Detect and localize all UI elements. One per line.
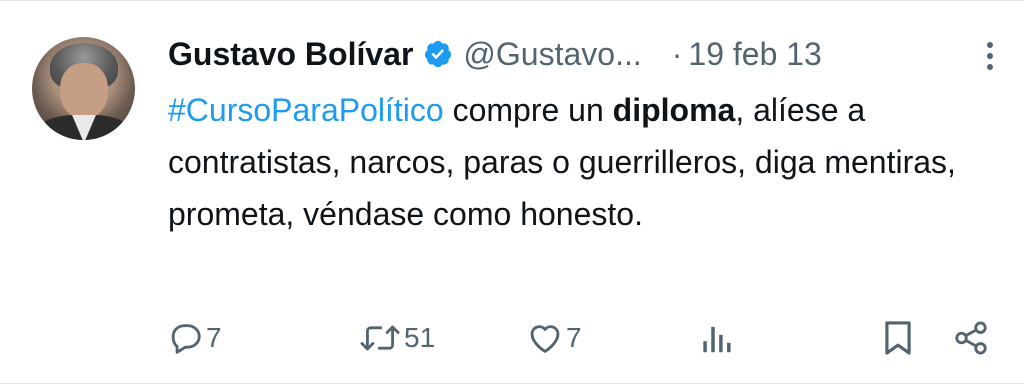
like-count: 7	[566, 322, 582, 353]
tweet-actions: 7 51 7	[0, 309, 1024, 369]
author-handle[interactable]: @Gustavo...	[463, 36, 641, 73]
share-icon	[955, 321, 987, 355]
verified-badge-icon	[425, 40, 452, 68]
views-icon	[703, 326, 731, 353]
like-icon	[530, 325, 560, 353]
tweet-text-part1: compre un	[443, 92, 613, 128]
hashtag-link[interactable]: #CursoParaPolítico	[168, 92, 444, 128]
tweet-header: Gustavo Bolívar @Gustavo... · 19 feb 13	[168, 31, 822, 77]
more-icon[interactable]	[982, 39, 998, 73]
retweet-count: 51	[404, 322, 436, 353]
views-button[interactable]	[700, 319, 732, 357]
retweet-icon	[360, 325, 400, 351]
tweet-text: #CursoParaPolítico compre un diploma, al…	[168, 84, 988, 240]
bookmark-button[interactable]	[882, 319, 914, 357]
author-name[interactable]: Gustavo Bolívar	[168, 36, 413, 73]
like-button[interactable]: 7	[526, 319, 582, 357]
reply-icon	[171, 324, 201, 354]
tweet-card[interactable]: Gustavo Bolívar @Gustavo... · 19 feb 13 …	[0, 0, 1024, 384]
separator-dot: ·	[671, 35, 683, 72]
retweet-button[interactable]: 51	[358, 319, 435, 357]
reply-count: 7	[206, 322, 222, 353]
avatar[interactable]	[32, 37, 135, 140]
tweet-date[interactable]: 19 feb 13	[688, 36, 821, 73]
tweet-text-bold: diploma	[612, 92, 736, 128]
share-button[interactable]	[952, 319, 990, 357]
reply-button[interactable]: 7	[166, 319, 222, 357]
bookmark-icon	[885, 321, 911, 355]
